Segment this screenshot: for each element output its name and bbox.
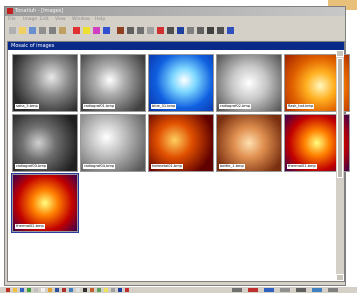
save-icon[interactable] (29, 27, 36, 34)
taskbar-icon[interactable] (69, 288, 73, 292)
thumbnail-label: hotmetal01.bmp (151, 164, 183, 169)
taskbar-icon[interactable] (13, 288, 17, 292)
thumbnail-label: saha_5.bmp (15, 104, 39, 109)
thumbnail-label: flask_hot.bmp (287, 104, 315, 109)
taskbar-window-button[interactable] (312, 288, 322, 292)
taskbar-window-button[interactable] (264, 288, 274, 292)
taskbar-icon[interactable] (90, 288, 94, 292)
thumbnail-item[interactable]: blue_01.bmp (148, 54, 214, 112)
crop-icon[interactable] (187, 27, 194, 34)
menu-file[interactable]: File (8, 17, 16, 22)
lasso-icon[interactable] (147, 27, 154, 34)
thumbnail-image (81, 55, 145, 111)
undo-icon[interactable] (207, 27, 214, 34)
thumbnail-image (217, 115, 281, 171)
taskbar-icon[interactable] (83, 288, 87, 292)
palette-icon[interactable] (59, 27, 66, 34)
color-blue-icon[interactable] (103, 27, 110, 34)
taskbar-window-button[interactable] (248, 288, 258, 292)
app-icon[interactable] (7, 8, 13, 14)
zoom-icon[interactable] (177, 27, 184, 34)
arrow-icon[interactable] (167, 27, 174, 34)
taskbar-icon[interactable] (118, 288, 122, 292)
thumbnail-item[interactable]: radiograf03.bmp (12, 114, 78, 172)
pencil-icon[interactable] (157, 27, 164, 34)
taskbar-window-button[interactable] (328, 288, 338, 292)
scroll-up-button[interactable] (336, 50, 344, 57)
thumbnail-label: radiograf04.bmp (83, 164, 116, 169)
taskbar-icon[interactable] (55, 288, 59, 292)
menu-window[interactable]: Window (72, 17, 90, 22)
thumbnail-label: radiograf02.bmp (219, 104, 252, 109)
redo-icon[interactable] (217, 27, 224, 34)
rotate-icon[interactable] (197, 27, 204, 34)
thumbnail-item[interactable]: hotmetal01.bmp (148, 114, 214, 172)
taskbar-icon[interactable] (125, 288, 129, 292)
help-icon[interactable] (227, 27, 234, 34)
color-yellow-icon[interactable] (83, 27, 90, 34)
thumbnail-item[interactable]: bottle_1.bmp (216, 114, 282, 172)
thumbnail-label: radiograf03.bmp (15, 164, 48, 169)
thumbnail-item[interactable]: radiograf04.bmp (80, 114, 146, 172)
taskbar-icon[interactable] (27, 288, 31, 292)
thumbnail-image (13, 175, 77, 231)
rectangle-icon[interactable] (127, 27, 134, 34)
open-icon[interactable] (19, 27, 26, 34)
taskbar-icon[interactable] (6, 288, 10, 292)
scrollbar-thumb[interactable] (337, 58, 343, 178)
thumbnail-label: thermal02.bmp (15, 224, 45, 229)
menu-view[interactable]: View (55, 17, 66, 22)
thumbnail-label: radiograf01.bmp (83, 104, 116, 109)
taskbar-window-button[interactable] (280, 288, 290, 292)
taskbar-icon[interactable] (76, 288, 80, 292)
thumbnail-label: bottle_1.bmp (219, 164, 245, 169)
taskbar-icon[interactable] (111, 288, 115, 292)
thumbnail-image (13, 55, 77, 111)
thumbnail-item[interactable]: saha_5.bmp (12, 54, 78, 112)
taskbar-icon[interactable] (41, 288, 45, 292)
thumbnail-image (149, 55, 213, 111)
thumbnail-label: blue_01.bmp (151, 104, 177, 109)
new-icon[interactable] (9, 27, 16, 34)
thumbnail-image (217, 55, 281, 111)
thumbnail-label: thermal01.bmp (287, 164, 317, 169)
color-red-icon[interactable] (73, 27, 80, 34)
taskbar-icon[interactable] (97, 288, 101, 292)
taskbar-icon[interactable] (104, 288, 108, 292)
print-icon[interactable] (39, 27, 46, 34)
taskbar-icon[interactable] (62, 288, 66, 292)
window-title: Tonatiuh - [Images] (15, 8, 64, 14)
scroll-down-button[interactable] (336, 274, 344, 281)
grid-icon[interactable] (49, 27, 56, 34)
thumbnail-image (13, 115, 77, 171)
brush-icon[interactable] (117, 27, 124, 34)
color-magenta-icon[interactable] (93, 27, 100, 34)
thumbnail-item[interactable]: radiograf01.bmp (80, 54, 146, 112)
panel-titlebar[interactable] (8, 42, 344, 50)
taskbar-icon[interactable] (34, 288, 38, 292)
menu-edit[interactable]: Edit (40, 17, 49, 22)
thumbnail-image (81, 115, 145, 171)
thumbnail-item[interactable]: radiograf02.bmp (216, 54, 282, 112)
menu-image[interactable]: Image (23, 17, 37, 22)
menu-help[interactable]: Help (95, 17, 105, 22)
panel-title: Mosaic of images (11, 43, 55, 49)
select-icon[interactable] (137, 27, 144, 34)
thumbnail-image (149, 115, 213, 171)
toolbar (5, 24, 345, 38)
taskbar-icon[interactable] (48, 288, 52, 292)
taskbar-window-button[interactable] (232, 288, 242, 292)
taskbar-icon[interactable] (20, 288, 24, 292)
taskbar-window-button[interactable] (296, 288, 306, 292)
thumbnail-item[interactable]: thermal02.bmp (11, 173, 79, 233)
